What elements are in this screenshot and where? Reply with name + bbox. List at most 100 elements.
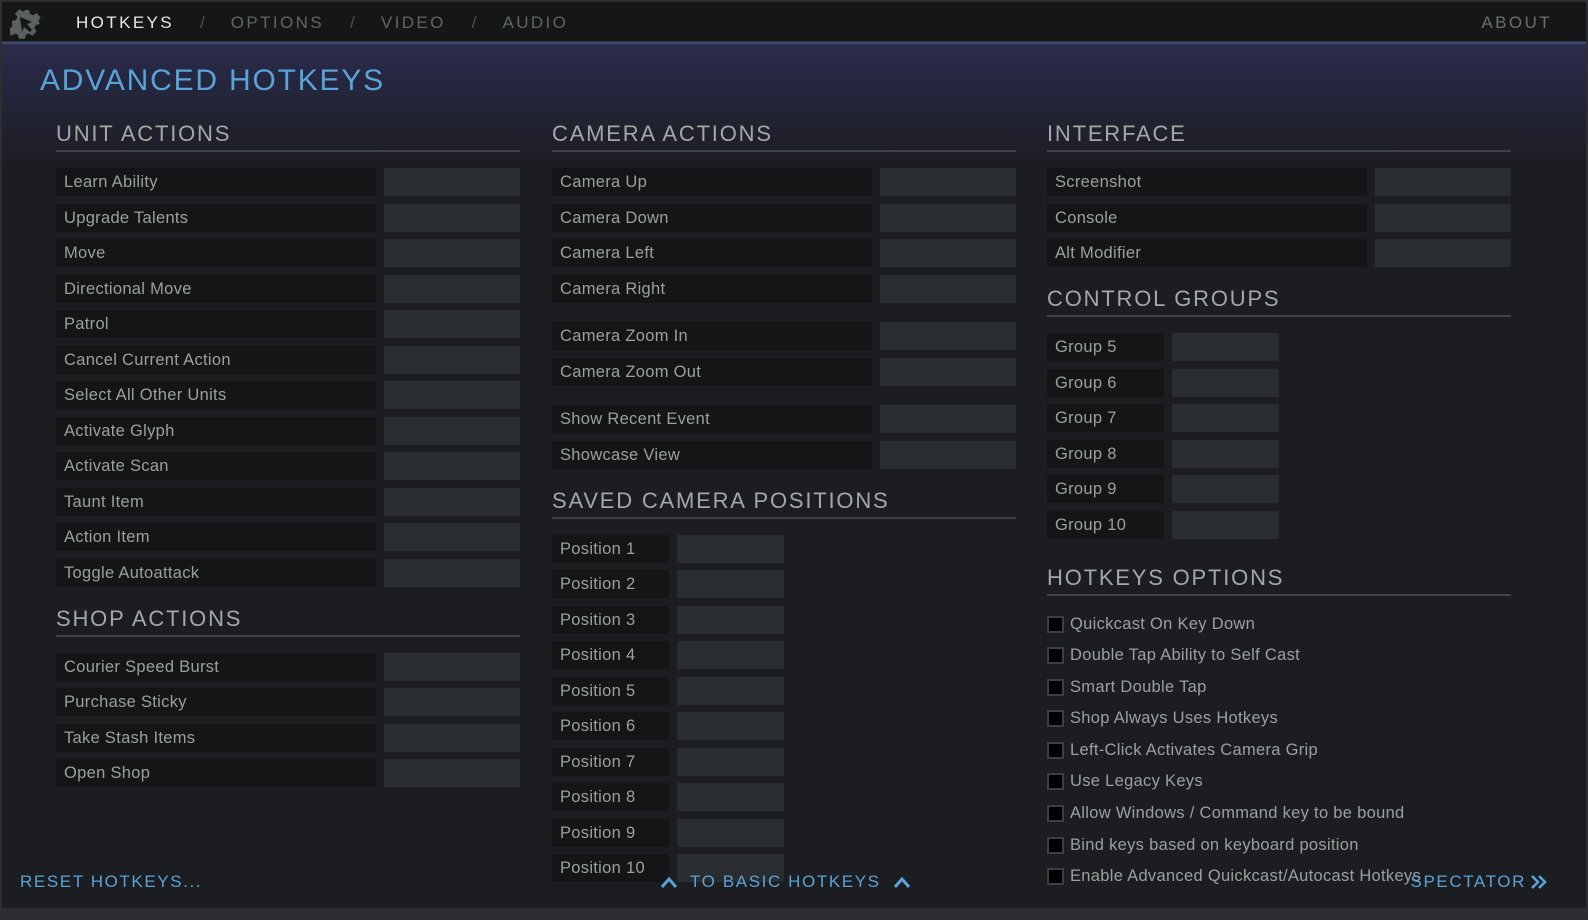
tab-hotkeys[interactable]: HOTKEYS: [76, 13, 174, 33]
hotkeys-options-list: Quickcast On Key Down Double Tap Ability …: [1047, 612, 1511, 889]
option-label: Allow Windows / Command key to be bound: [1070, 804, 1405, 823]
hotkey-binding-field[interactable]: [384, 523, 520, 551]
hotkey-binding-field[interactable]: [677, 605, 784, 634]
hotkey-cell-group-10: Group 10: [1047, 510, 1282, 539]
option-quickcast-on-key-down[interactable]: Quickcast On Key Down: [1047, 612, 1511, 636]
hotkey-binding-field[interactable]: [384, 452, 520, 480]
checkbox[interactable]: [1047, 805, 1064, 823]
hotkey-binding-field[interactable]: [880, 357, 1016, 386]
hotkey-binding-field[interactable]: [1375, 168, 1511, 196]
hotkey-binding-field[interactable]: [677, 783, 784, 811]
hotkey-binding-field[interactable]: [880, 405, 1016, 433]
hotkey-cell-group-7: Group 7: [1047, 404, 1282, 432]
hotkey-label: Courier Speed Burst: [56, 652, 376, 681]
tab-audio[interactable]: AUDIO: [502, 13, 568, 33]
hotkey-binding-field[interactable]: [1172, 368, 1279, 397]
hotkey-label: Camera Right: [552, 274, 872, 303]
tab-options[interactable]: OPTIONS: [231, 13, 324, 33]
settings-gear-icon[interactable]: [10, 8, 42, 40]
checkbox[interactable]: [1047, 836, 1064, 854]
hotkey-binding-field[interactable]: [677, 747, 784, 776]
hotkey-binding-field[interactable]: [384, 558, 520, 587]
option-smart-double-tap[interactable]: Smart Double Tap: [1047, 675, 1511, 699]
checkbox[interactable]: [1047, 773, 1064, 791]
option-shop-always-uses-hotkeys[interactable]: Shop Always Uses Hotkeys: [1047, 707, 1511, 731]
hotkey-binding-field[interactable]: [677, 570, 784, 598]
spectator-button[interactable]: SPECTATOR: [1411, 872, 1548, 892]
hotkey-row-camera-zoom-out: Camera Zoom Out: [552, 357, 1016, 386]
hotkey-binding-field[interactable]: [384, 723, 520, 752]
hotkey-binding-field[interactable]: [384, 487, 520, 516]
option-left-click-activates-camera-grip[interactable]: Left-Click Activates Camera Grip: [1047, 738, 1511, 762]
hotkey-binding-field[interactable]: [880, 322, 1016, 350]
top-nav-bar: HOTKEYS / OPTIONS / VIDEO / AUDIO ABOUT: [0, 0, 1588, 42]
hotkey-binding-field[interactable]: [880, 440, 1016, 469]
main-nav: HOTKEYS / OPTIONS / VIDEO / AUDIO: [76, 2, 568, 44]
nav-separator: /: [471, 13, 477, 32]
hotkey-binding-field[interactable]: [384, 759, 520, 787]
reset-hotkeys-label: RESET HOTKEYS...: [20, 872, 203, 891]
section-title-shop-actions: SHOP ACTIONS: [56, 605, 520, 637]
hotkey-label: Purchase Sticky: [56, 688, 376, 716]
hotkey-binding-field[interactable]: [384, 310, 520, 338]
hotkey-binding-field[interactable]: [677, 712, 784, 740]
hotkey-binding-field[interactable]: [677, 641, 784, 669]
hotkey-binding-field[interactable]: [1172, 333, 1279, 361]
hotkey-binding-field[interactable]: [384, 345, 520, 374]
hotkey-binding-field[interactable]: [1172, 510, 1279, 539]
hotkey-label: Toggle Autoattack: [56, 558, 376, 587]
hotkey-binding-field[interactable]: [384, 239, 520, 267]
option-use-legacy-keys[interactable]: Use Legacy Keys: [1047, 770, 1511, 794]
hotkey-cell-group-9: Group 9: [1047, 475, 1282, 503]
hotkey-binding-field[interactable]: [384, 203, 520, 232]
tab-video[interactable]: VIDEO: [381, 13, 446, 33]
hotkey-cell-position-4: Position 4: [552, 641, 787, 669]
hotkey-row-activate-scan: Activate Scan: [56, 452, 520, 480]
hotkey-binding-field[interactable]: [384, 168, 520, 196]
hotkey-binding-field[interactable]: [880, 203, 1016, 232]
hotkey-binding-field[interactable]: [677, 534, 784, 563]
hotkey-binding-field[interactable]: [880, 274, 1016, 303]
hotkey-binding-field[interactable]: [384, 416, 520, 445]
checkbox[interactable]: [1047, 868, 1064, 886]
hotkey-row-camera-zoom-in: Camera Zoom In: [552, 322, 1016, 350]
hotkey-binding-field[interactable]: [880, 168, 1016, 196]
hotkey-label: Position 9: [552, 818, 669, 847]
hotkey-binding-field[interactable]: [384, 688, 520, 716]
frame-border: [0, 908, 1588, 920]
hotkey-binding-field[interactable]: [1172, 439, 1279, 468]
hotkey-binding-field[interactable]: [677, 676, 784, 705]
checkbox[interactable]: [1047, 647, 1064, 665]
option-bind-keys-based-on-keyboard-position[interactable]: Bind keys based on keyboard position: [1047, 833, 1511, 857]
page-title: ADVANCED HOTKEYS: [40, 64, 385, 97]
hotkey-label: Camera Zoom Out: [552, 357, 872, 386]
checkbox[interactable]: [1047, 741, 1064, 759]
reset-hotkeys-button[interactable]: RESET HOTKEYS...: [20, 872, 202, 892]
to-basic-hotkeys-button[interactable]: TO BASIC HOTKEYS: [660, 872, 911, 892]
hotkey-binding-field[interactable]: [384, 274, 520, 303]
hotkey-label: Position 6: [552, 712, 669, 740]
section-title-saved-camera-positions: SAVED CAMERA POSITIONS: [552, 487, 1016, 519]
option-allow-windows-command-key-to-be-bound[interactable]: Allow Windows / Command key to be bound: [1047, 802, 1511, 826]
hotkey-label: Group 8: [1047, 439, 1164, 468]
hotkey-row-patrol: Patrol: [56, 310, 520, 338]
hotkey-binding-field[interactable]: [1172, 475, 1279, 503]
option-double-tap-ability-to-self-cast[interactable]: Double Tap Ability to Self Cast: [1047, 644, 1511, 668]
hotkey-binding-field[interactable]: [1375, 203, 1511, 232]
hotkey-row-show-recent-event: Show Recent Event: [552, 405, 1016, 433]
hotkey-binding-field[interactable]: [880, 239, 1016, 267]
checkbox[interactable]: [1047, 615, 1064, 633]
hotkey-binding-field[interactable]: [384, 381, 520, 409]
hotkey-label: Group 7: [1047, 404, 1164, 432]
column-interface: INTERFACE Screenshot Console Alt Modifier …: [1047, 120, 1511, 896]
hotkey-label: Select All Other Units: [56, 381, 376, 409]
hotkey-binding-field[interactable]: [1172, 404, 1279, 432]
checkbox[interactable]: [1047, 678, 1064, 696]
hotkey-binding-field[interactable]: [1375, 239, 1511, 267]
checkbox[interactable]: [1047, 710, 1064, 728]
about-link[interactable]: ABOUT: [1481, 2, 1552, 44]
option-label: Left-Click Activates Camera Grip: [1070, 740, 1319, 759]
hotkey-binding-field[interactable]: [677, 818, 784, 847]
hotkey-row-toggle-autoattack: Toggle Autoattack: [56, 558, 520, 587]
hotkey-binding-field[interactable]: [384, 652, 520, 681]
